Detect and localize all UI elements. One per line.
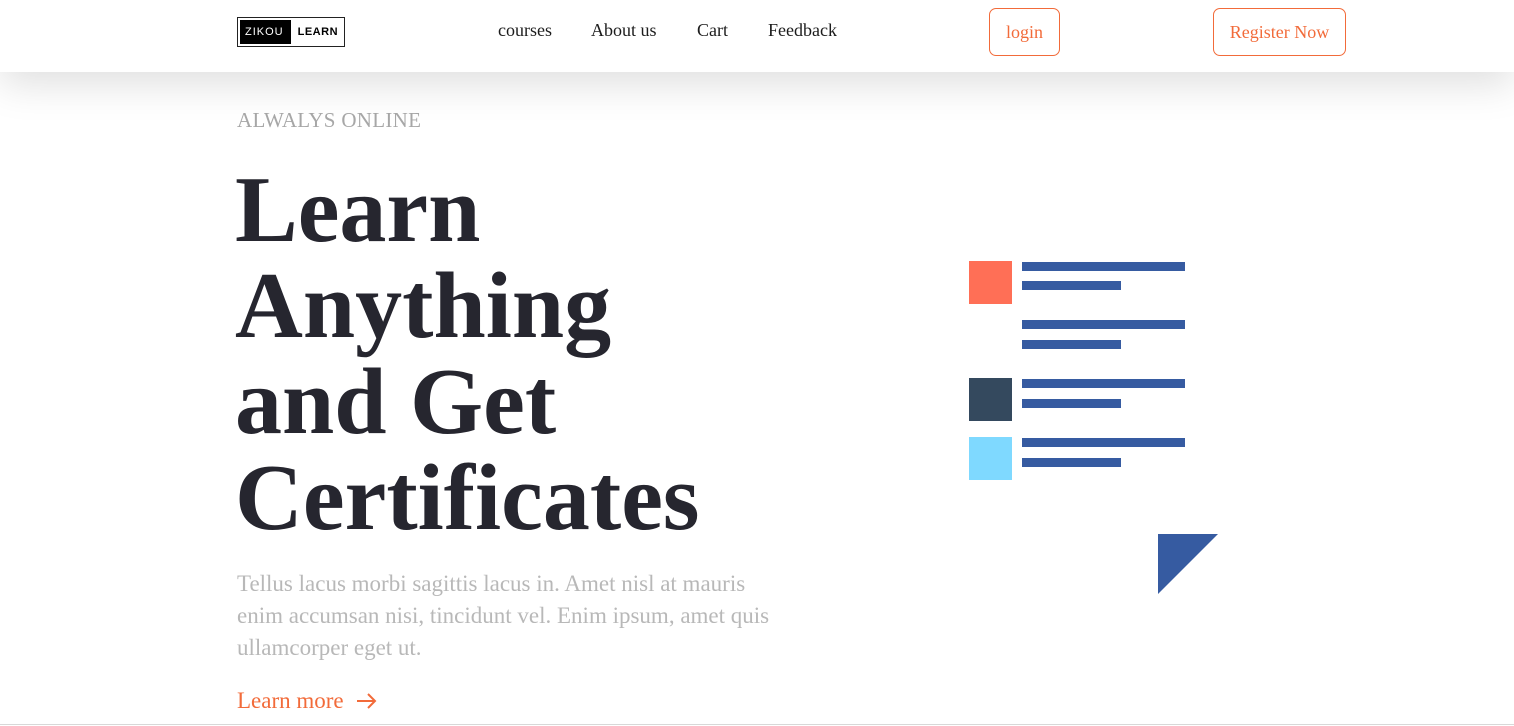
hero-title-line-3: and Get [235,350,557,454]
illustration-line [1022,438,1185,447]
illustration-line [1022,399,1121,408]
illustration-square-navy [969,378,1012,421]
hero-title-line-1: Learn [235,158,481,262]
hero-title-line-4: Certificates [235,446,700,550]
arrow-right-icon [356,692,378,710]
learn-more-label: Learn more [237,688,344,713]
illustration-line [1022,458,1121,467]
nav-link-feedback[interactable]: Feedback [768,20,837,41]
illustration-line [1022,379,1185,388]
site-header: ZIKOU LEARN courses About us Cart Feedba… [0,0,1514,72]
logo-left-text: ZIKOU [240,20,291,44]
register-now-button[interactable]: Register Now [1213,8,1346,56]
logo-right-text: LEARN [297,26,339,38]
illustration-square-orange [969,261,1012,304]
hero-description: Tellus lacus morbi sagittis lacus in. Am… [237,571,770,660]
site-logo[interactable]: ZIKOU LEARN [237,17,346,47]
illustration-square-cyan [969,437,1012,480]
illustration-triangle [1158,534,1218,594]
illustration-line [1022,320,1185,329]
hero-title-line-2: Anything [235,254,612,358]
nav-link-courses[interactable]: courses [498,20,552,41]
login-button[interactable]: login [989,8,1060,56]
hero-title: Learn Anything and Get Certificates [235,162,835,546]
illustration-line [1022,281,1121,290]
learn-more-link[interactable]: Learn more [237,688,378,714]
nav-link-cart[interactable]: Cart [697,20,728,41]
hero-tagline: ALWALYS ONLINE [237,108,422,132]
landing-page: ZIKOU LEARN courses About us Cart Feedba… [0,0,1514,726]
illustration-line [1022,262,1185,271]
illustration-line [1022,340,1121,349]
section-divider [0,724,1514,725]
hero-illustration [968,261,1220,597]
nav-link-about-us[interactable]: About us [591,20,657,41]
